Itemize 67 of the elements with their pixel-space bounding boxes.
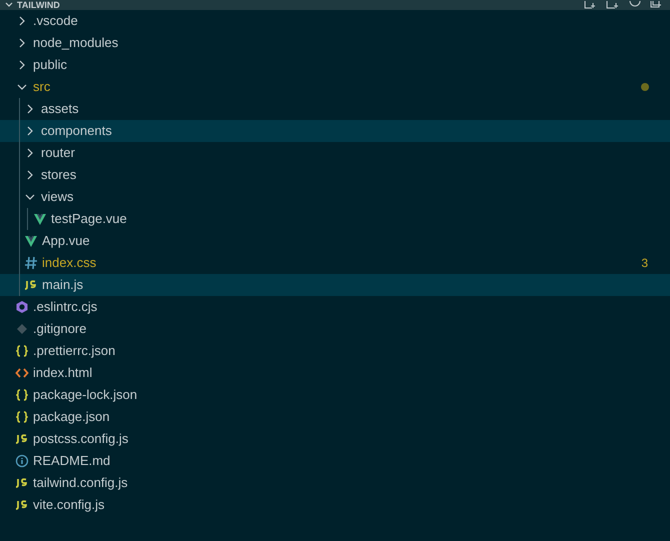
folder-row[interactable]: src bbox=[0, 76, 670, 98]
file-name: vite.config.js bbox=[33, 496, 105, 514]
file-row[interactable]: package.json bbox=[0, 406, 670, 428]
file-row[interactable]: postcss.config.js bbox=[0, 428, 670, 450]
folder-name: views bbox=[41, 188, 74, 206]
new-file-icon[interactable] bbox=[583, 1, 597, 9]
file-row[interactable]: App.vue bbox=[0, 230, 670, 252]
braces-icon bbox=[15, 344, 29, 358]
file-row[interactable]: testPage.vue bbox=[0, 208, 670, 230]
explorer-title: TAILWIND bbox=[17, 0, 60, 10]
js-icon bbox=[15, 476, 29, 490]
folder-row[interactable]: assets bbox=[0, 98, 670, 120]
file-row[interactable]: tailwind.config.js bbox=[0, 472, 670, 494]
folder-row[interactable]: node_modules bbox=[0, 32, 670, 54]
folder-row[interactable]: .vscode bbox=[0, 10, 670, 32]
folder-name: node_modules bbox=[33, 34, 118, 52]
new-folder-icon[interactable] bbox=[606, 1, 620, 9]
file-name: index.html bbox=[33, 364, 92, 382]
chevron-down-icon[interactable] bbox=[5, 2, 13, 8]
file-row[interactable]: .eslintrc.cjs bbox=[0, 296, 670, 318]
problem-count: 3 bbox=[641, 255, 648, 272]
collapse-icon[interactable] bbox=[650, 1, 662, 9]
file-row[interactable]: vite.config.js bbox=[0, 494, 670, 516]
file-name: package-lock.json bbox=[33, 386, 138, 404]
file-name: .gitignore bbox=[33, 320, 86, 338]
js-icon bbox=[24, 278, 38, 292]
angle-brackets-icon bbox=[15, 366, 29, 380]
file-row[interactable]: .prettierrc.json bbox=[0, 340, 670, 362]
folder-row[interactable]: public bbox=[0, 54, 670, 76]
file-name: README.md bbox=[33, 452, 110, 470]
file-name: tailwind.config.js bbox=[33, 474, 128, 492]
braces-icon bbox=[15, 410, 29, 424]
file-name: testPage.vue bbox=[51, 210, 127, 228]
hexagon-icon bbox=[15, 300, 29, 314]
file-name: main.js bbox=[42, 276, 84, 294]
folder-row[interactable]: components bbox=[0, 120, 670, 142]
folder-name: router bbox=[41, 144, 75, 162]
file-row[interactable]: .gitignore bbox=[0, 318, 670, 340]
folder-row[interactable]: stores bbox=[0, 164, 670, 186]
file-row[interactable]: index.html bbox=[0, 362, 670, 384]
folder-row[interactable]: views bbox=[0, 186, 670, 208]
file-name: .eslintrc.cjs bbox=[33, 298, 98, 316]
file-name: index.css bbox=[42, 254, 96, 272]
vue-logo-icon bbox=[24, 234, 38, 248]
file-row[interactable]: index.css 3 bbox=[0, 252, 670, 274]
refresh-icon[interactable] bbox=[629, 1, 641, 9]
file-row[interactable]: README.md bbox=[0, 450, 670, 472]
file-name: .prettierrc.json bbox=[33, 342, 116, 360]
folder-name: public bbox=[33, 56, 67, 74]
vue-logo-icon bbox=[33, 212, 47, 226]
folder-row[interactable]: router bbox=[0, 142, 670, 164]
folder-name: components bbox=[41, 122, 112, 140]
file-row[interactable]: package-lock.json bbox=[0, 384, 670, 406]
folder-name: .vscode bbox=[33, 12, 78, 30]
js-icon bbox=[15, 432, 29, 446]
folder-name: src bbox=[33, 78, 50, 96]
folder-name: assets bbox=[41, 100, 79, 118]
hash-icon bbox=[24, 256, 38, 270]
file-name: App.vue bbox=[42, 232, 90, 250]
file-row[interactable]: main.js bbox=[0, 274, 670, 296]
diamond-icon bbox=[15, 322, 29, 336]
js-icon bbox=[15, 498, 29, 512]
folder-name: stores bbox=[41, 166, 76, 184]
file-name: package.json bbox=[33, 408, 110, 426]
file-name: postcss.config.js bbox=[33, 430, 128, 448]
braces-icon bbox=[15, 388, 29, 402]
info-icon bbox=[15, 454, 29, 468]
